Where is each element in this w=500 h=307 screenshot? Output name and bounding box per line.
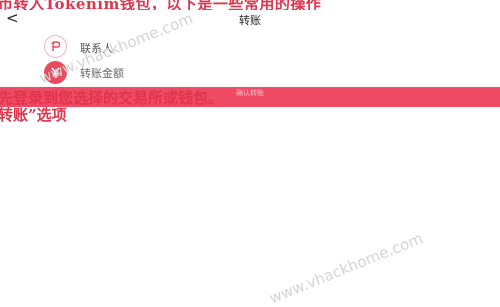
page-title: 转账 — [239, 14, 261, 27]
contact-icon — [44, 35, 67, 58]
watermark: www.vhackhome.com — [266, 229, 426, 307]
instruction-line: 先登录到您选择的交易所或钱包。 — [0, 89, 224, 107]
instruction-line: 转账”选项 — [0, 106, 67, 124]
nav-bar: < 转账 — [0, 9, 500, 30]
instruction-overlay: 先登录到您选择的交易所或钱包。 转账”选项 — [0, 90, 223, 124]
